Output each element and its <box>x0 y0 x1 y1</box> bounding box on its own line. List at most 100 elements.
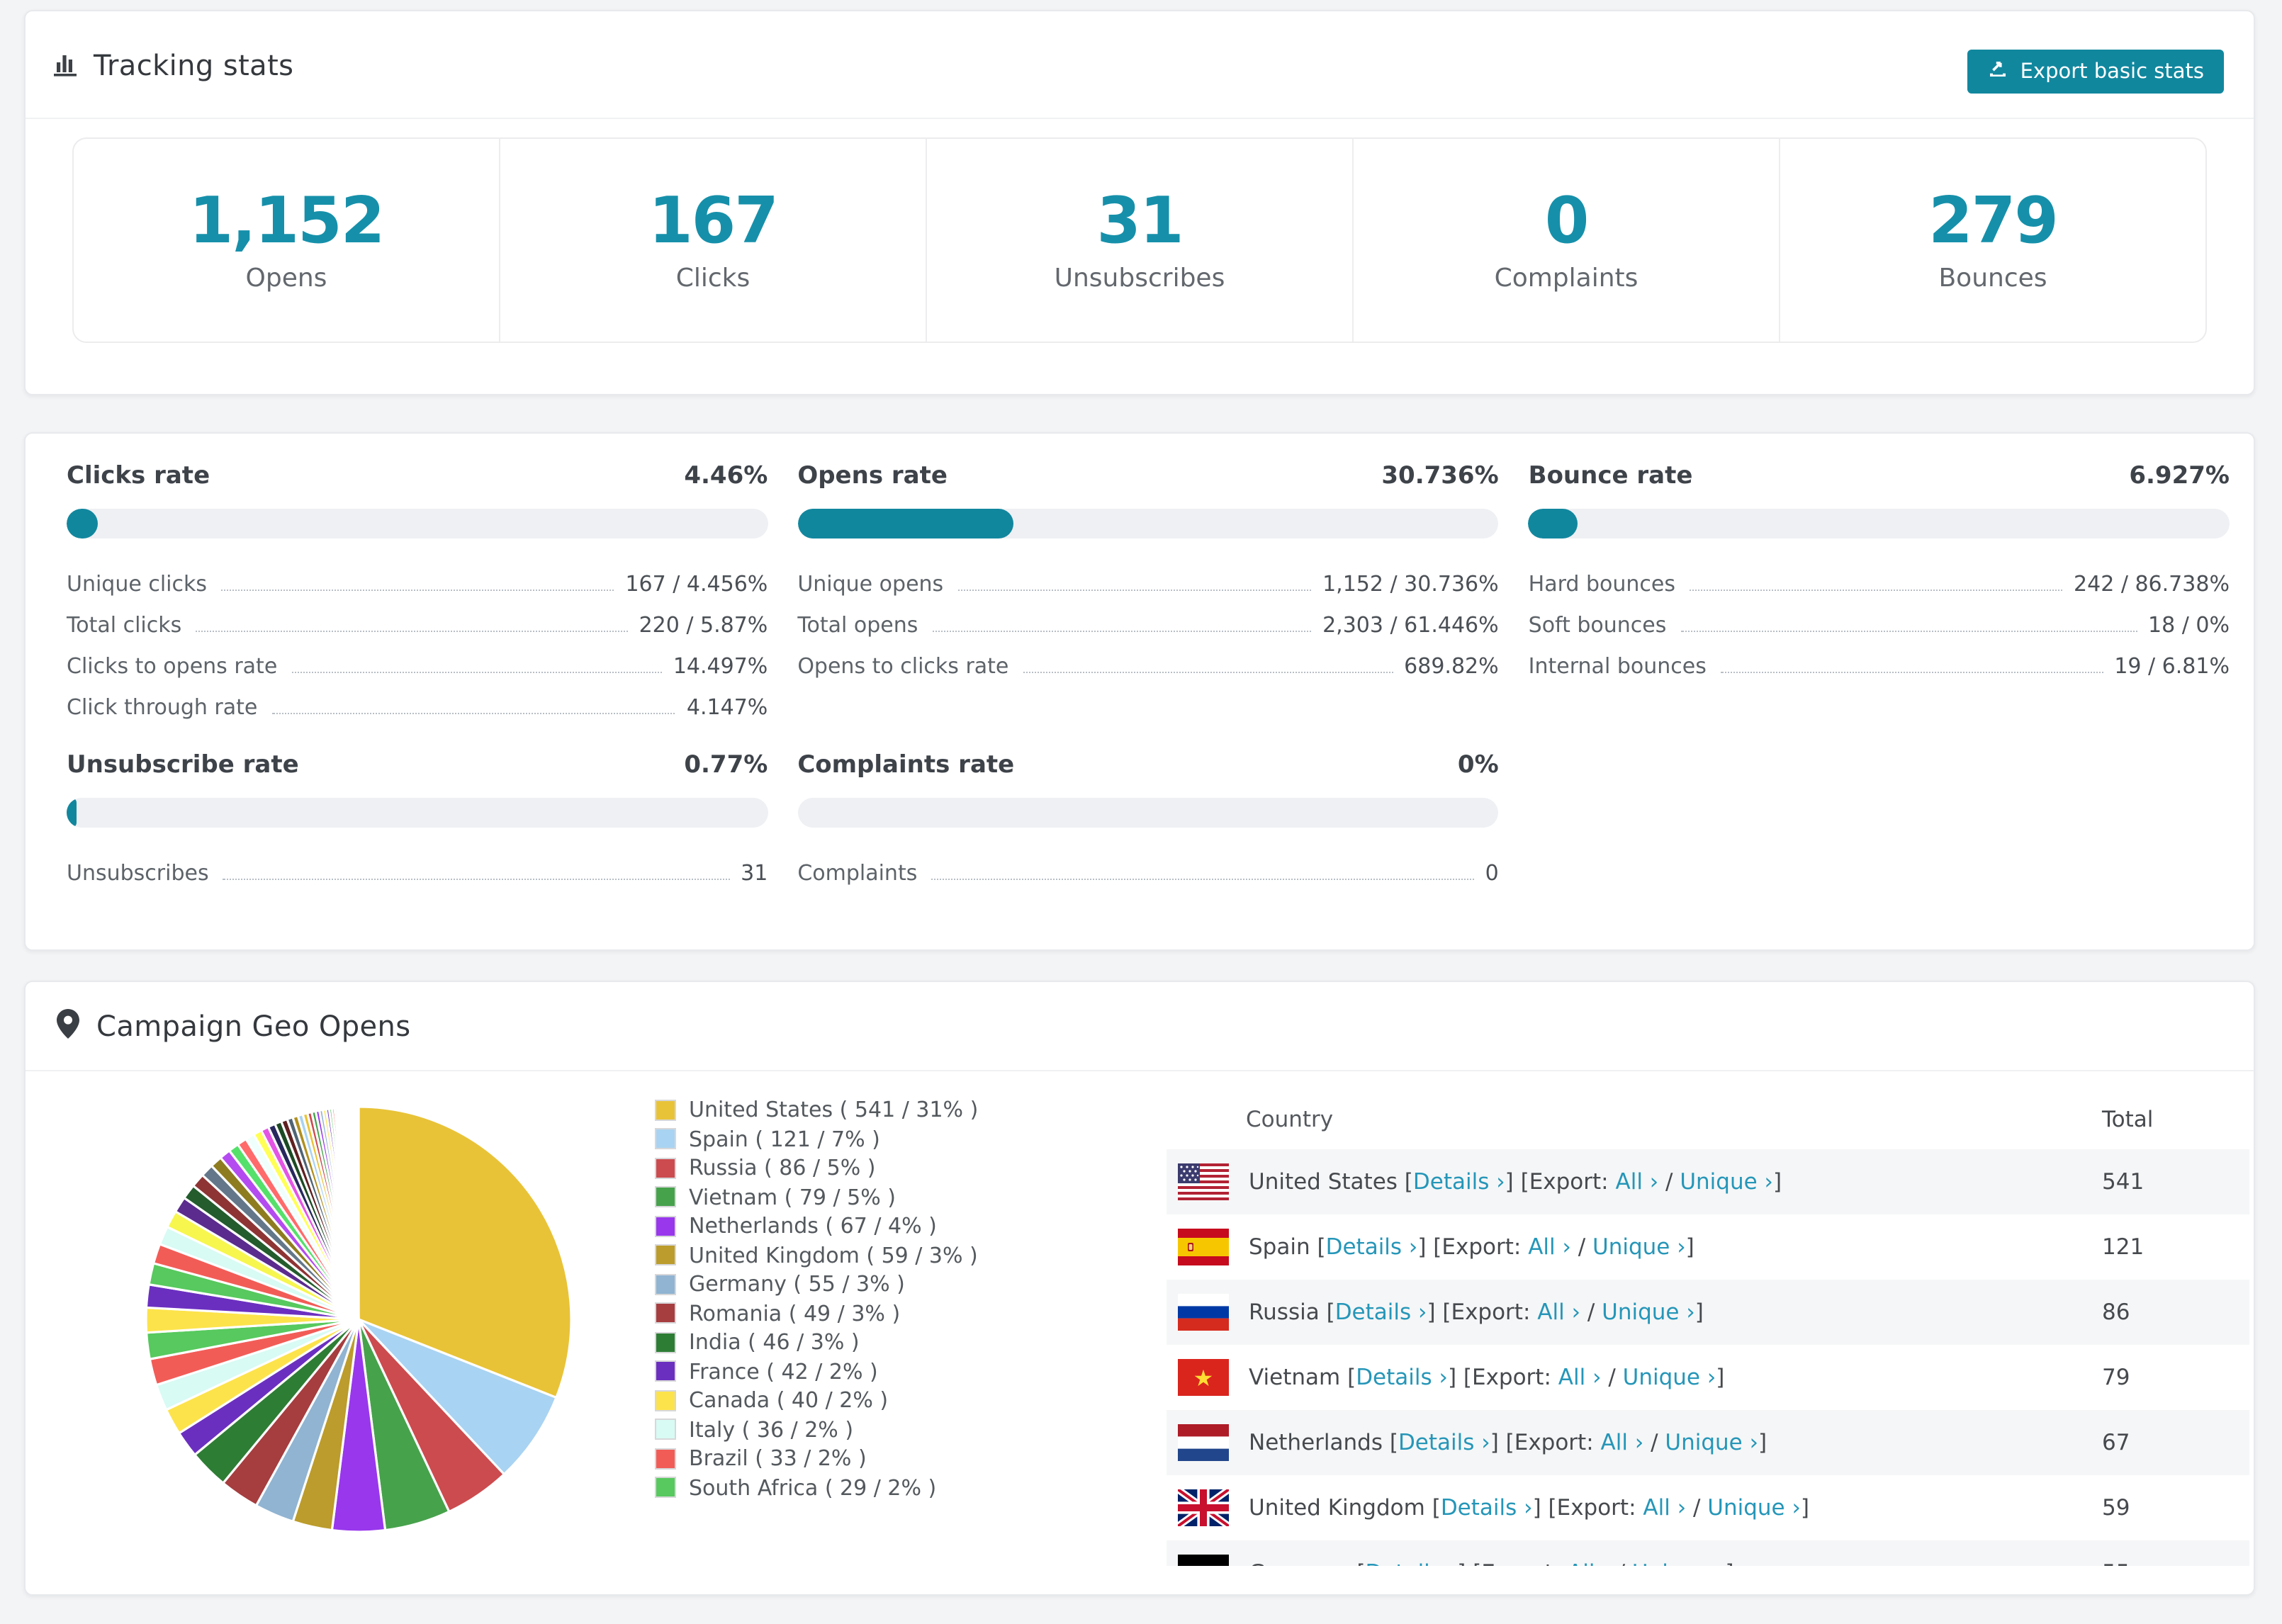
progress-bar <box>67 509 768 538</box>
rates-card: Clicks rate 4.46% Unique clicks 167 / 4.456… <box>24 432 2255 951</box>
details-link-ru[interactable]: Details › <box>1335 1299 1427 1325</box>
export-all-link-us[interactable]: All › <box>1616 1169 1659 1195</box>
total-cell: 121 <box>2102 1234 2145 1260</box>
details-link-es[interactable]: Details › <box>1326 1234 1418 1260</box>
export-unique-link-gb[interactable]: Unique › <box>1707 1495 1801 1521</box>
legend-label: Russia ( 86 / 5% ) <box>689 1155 876 1181</box>
export-unique-link-us[interactable]: Unique › <box>1680 1169 1773 1195</box>
stat-value: 1,152 / 30.736% <box>1322 571 1499 597</box>
progress-bar <box>797 509 1499 538</box>
details-link-gb[interactable]: Details › <box>1441 1495 1533 1521</box>
legend-item: France ( 42 / 2% ) <box>655 1357 978 1386</box>
details-link-vn[interactable]: Details › <box>1356 1365 1448 1390</box>
dotted-leader <box>931 879 1474 880</box>
details-link-us[interactable]: Details › <box>1413 1169 1505 1195</box>
stat-label: Unique opens <box>797 571 944 597</box>
legend-label: India ( 46 / 3% ) <box>689 1329 860 1355</box>
export-all-link-nl[interactable]: All › <box>1601 1430 1644 1455</box>
summary-card-complaints: 0 Complaints <box>1354 139 1780 342</box>
country-name: Russia <box>1249 1299 1320 1325</box>
geo-table-row-vn: ★ Vietnam [Details ›] [Export: All › / Un… <box>1167 1345 2249 1410</box>
svg-text:★: ★ <box>1193 1365 1214 1392</box>
legend-swatch <box>655 1273 676 1295</box>
legend-label: Germany ( 55 / 3% ) <box>689 1271 905 1297</box>
export-unique-link-nl[interactable]: Unique › <box>1665 1430 1758 1455</box>
export-unique-link-ru[interactable]: Unique › <box>1602 1299 1695 1325</box>
bar-chart-icon <box>52 51 79 78</box>
export-unique-link-es[interactable]: Unique › <box>1592 1234 1686 1260</box>
ru-flag-icon <box>1178 1294 1229 1331</box>
rate-title: Clicks rate <box>67 462 210 490</box>
rate-value: 0.77% <box>684 751 768 779</box>
summary-label: Opens <box>245 263 327 293</box>
stat-label: Soft bounces <box>1528 612 1667 638</box>
export-unique-link-vn[interactable]: Unique › <box>1623 1365 1716 1390</box>
export-all-link-vn[interactable]: All › <box>1558 1365 1602 1390</box>
export-all-link-ru[interactable]: All › <box>1537 1299 1580 1325</box>
summary-card-unsubscribes: 31 Unsubscribes <box>927 139 1354 342</box>
stat-value: 167 / 4.456% <box>625 571 768 597</box>
summary-value: 167 <box>648 182 779 257</box>
legend-item: Canada ( 40 / 2% ) <box>655 1386 978 1415</box>
column-header-country: Country <box>1246 1107 1334 1132</box>
legend-item: Netherlands ( 67 / 4% ) <box>655 1212 978 1241</box>
rates-grid: Clicks rate 4.46% Unique clicks 167 / 4.456… <box>67 462 2230 886</box>
stat-value: 220 / 5.87% <box>639 612 768 638</box>
stat-label: Click through rate <box>67 694 258 720</box>
page-title: Tracking stats <box>94 47 294 81</box>
dotted-leader <box>1680 631 2137 632</box>
dotted-leader <box>1720 672 2103 673</box>
stat-value: 31 <box>741 860 768 886</box>
legend-swatch <box>655 1157 676 1179</box>
country-cell: Russia [Details ›] [Export: All › / Uniq… <box>1249 1299 1704 1325</box>
country-cell: United States [Details ›] [Export: All ›… <box>1249 1169 1782 1195</box>
legend-item: United States ( 541 / 31% ) <box>655 1095 978 1124</box>
geo-table: Country Total United States [Details ›] [E… <box>1167 1090 2249 1566</box>
export-all-link-de[interactable]: All › <box>1568 1560 1611 1566</box>
country-cell: Spain [Details ›] [Export: All › / Uniqu… <box>1249 1234 1694 1260</box>
progress-bar-fill <box>1528 509 1578 538</box>
export-all-link-gb[interactable]: All › <box>1643 1495 1686 1521</box>
de-flag-icon <box>1178 1555 1229 1566</box>
geo-table-row-de: Germany [Details ›] [Export: All › / Uni… <box>1167 1540 2249 1566</box>
dotted-leader <box>223 879 730 880</box>
summary-label: Clicks <box>675 263 751 293</box>
pie-legend: United States ( 541 / 31% ) Spain ( 121 /… <box>655 1095 978 1502</box>
map-pin-icon <box>57 1008 79 1044</box>
legend-label: Netherlands ( 67 / 4% ) <box>689 1213 937 1239</box>
geo-table-row-nl: Netherlands [Details ›] [Export: All › /… <box>1167 1410 2249 1475</box>
nl-flag-icon <box>1178 1424 1229 1461</box>
legend-item: United Kingdom ( 59 / 3% ) <box>655 1241 978 1270</box>
stat-row: Opens to clicks rate 689.82% <box>797 638 1498 679</box>
progress-bar-fill <box>797 509 1013 538</box>
rate-title: Unsubscribe rate <box>67 751 299 779</box>
geo-pie-chart <box>132 1093 585 1546</box>
dotted-leader <box>196 631 628 632</box>
tracking-stats-header: Tracking stats Export basic stats <box>26 11 2254 119</box>
progress-bar-fill <box>67 798 77 828</box>
geo-table-row-us: United States [Details ›] [Export: All ›… <box>1167 1149 2249 1214</box>
export-icon <box>1988 58 2009 85</box>
progress-bar <box>67 798 768 828</box>
total-cell: 86 <box>2102 1299 2130 1325</box>
stat-label: Opens to clicks rate <box>797 653 1009 679</box>
country-name: Vietnam <box>1249 1365 1341 1390</box>
total-cell: 79 <box>2102 1365 2130 1390</box>
legend-label: Italy ( 36 / 2% ) <box>689 1416 854 1443</box>
summary-card-bounces: 279 Bounces <box>1780 139 2205 342</box>
legend-label: Spain ( 121 / 7% ) <box>689 1126 880 1152</box>
country-cell: Germany [Details ›] [Export: All › / Uni… <box>1249 1560 1734 1566</box>
total-cell: 55 <box>2102 1560 2130 1566</box>
details-link-nl[interactable]: Details › <box>1398 1430 1490 1455</box>
export-basic-stats-button[interactable]: Export basic stats <box>1967 50 2224 94</box>
country-name: Netherlands <box>1249 1430 1383 1455</box>
legend-swatch <box>655 1389 676 1411</box>
stat-label: Complaints <box>797 860 918 886</box>
details-link-de[interactable]: Details › <box>1365 1560 1457 1566</box>
stat-value: 19 / 6.81% <box>2114 653 2230 679</box>
column-header-total: Total <box>2102 1107 2154 1132</box>
export-unique-link-de[interactable]: Unique › <box>1632 1560 1726 1566</box>
stat-label: Total opens <box>797 612 918 638</box>
legend-label: France ( 42 / 2% ) <box>689 1358 878 1385</box>
export-all-link-es[interactable]: All › <box>1528 1234 1571 1260</box>
